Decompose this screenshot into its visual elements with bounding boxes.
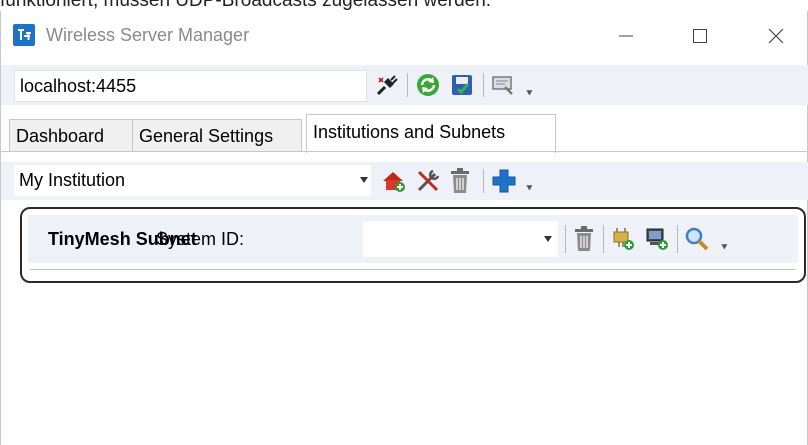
institution-toolbar: My Institution ⯆: [1, 162, 808, 200]
maximize-icon: [693, 29, 707, 43]
toolbar-overflow-icon[interactable]: ⯆: [525, 184, 534, 195]
server-toolbar: localhost:4455 ⯆: [1, 65, 808, 105]
disconnect-plug-icon: [376, 75, 398, 96]
tab-strip: Dashboard General Settings Institutions …: [1, 113, 808, 155]
add-device-button[interactable]: [642, 224, 672, 254]
add-house-icon: [383, 172, 405, 192]
window-title: Wireless Server Manager: [46, 25, 250, 45]
add-device-icon: [646, 228, 668, 250]
toolbar-overflow-icon[interactable]: ⯆: [525, 89, 534, 100]
save-button[interactable]: [447, 70, 477, 100]
refresh-icon: [417, 74, 439, 96]
search-subnet-button[interactable]: [682, 224, 712, 254]
system-id-dropdown[interactable]: [363, 221, 558, 257]
tab-institutions-and-subnets[interactable]: Institutions and Subnets: [306, 114, 556, 153]
trash-icon: [575, 226, 593, 251]
app-window: Wireless Server Manager localhost:4455 ⯆…: [0, 11, 808, 445]
app-network-icon: [13, 24, 35, 46]
subnet-panel: TinyMesh Subnet System ID: ⯆: [20, 207, 806, 283]
search-icon: [685, 227, 709, 251]
chevron-down-icon: [360, 177, 368, 183]
save-icon: [452, 75, 472, 95]
document-caption: funktioniert, müssen UDP-Broadcasts zuge…: [0, 0, 492, 11]
subnet-toolbar: TinyMesh Subnet System ID: ⯆: [28, 215, 798, 263]
chevron-down-icon: [544, 236, 552, 242]
trash-icon: [451, 168, 469, 193]
institution-selected-value: My Institution: [19, 170, 126, 190]
tools-icon: [417, 169, 440, 192]
tab-dashboard[interactable]: Dashboard: [9, 119, 133, 152]
edit-institution-button[interactable]: [413, 166, 443, 196]
toolbar-overflow-icon[interactable]: ⯆: [720, 243, 729, 254]
refresh-button[interactable]: [413, 70, 443, 100]
settings-monitor-icon: [492, 76, 513, 95]
system-id-label: System ID:: [156, 229, 245, 249]
tab-general-settings[interactable]: General Settings: [132, 119, 302, 152]
add-subnet-button[interactable]: [489, 166, 519, 196]
add-institution-button[interactable]: [379, 166, 409, 196]
minimize-button[interactable]: [603, 16, 649, 56]
minimize-icon: [619, 35, 633, 37]
add-gateway-icon: [613, 228, 634, 250]
delete-subnet-button[interactable]: [569, 224, 599, 254]
close-button[interactable]: [753, 16, 799, 56]
add-gateway-button[interactable]: [608, 224, 638, 254]
server-address-field[interactable]: localhost:4455: [14, 70, 367, 102]
institution-dropdown[interactable]: My Institution: [14, 165, 371, 196]
disconnect-button[interactable]: [373, 71, 403, 99]
subnet-divider: [30, 269, 796, 270]
close-icon: [768, 28, 784, 44]
delete-institution-button[interactable]: [445, 166, 475, 196]
add-icon: [492, 169, 516, 193]
settings-button[interactable]: [489, 71, 517, 99]
maximize-button[interactable]: [677, 16, 723, 56]
tab-divider: [1, 151, 808, 152]
title-bar: Wireless Server Manager: [1, 11, 807, 56]
